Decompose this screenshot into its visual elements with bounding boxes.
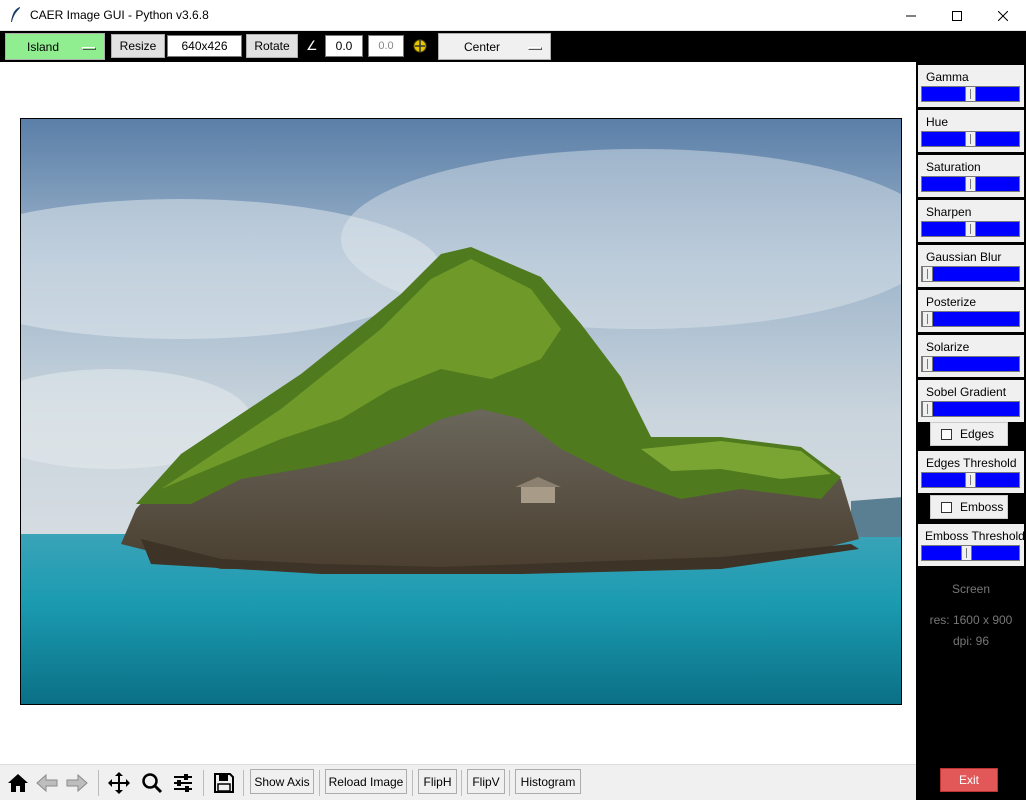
configure-subplots-icon[interactable] xyxy=(169,769,197,797)
angle-entry-disabled: 0.0 xyxy=(368,35,404,57)
plot-canvas[interactable] xyxy=(0,62,916,764)
separator xyxy=(319,770,320,796)
slider-hue: Hue xyxy=(918,110,1024,152)
checkbox-square[interactable] xyxy=(941,428,952,440)
histogram-button[interactable]: Histogram xyxy=(515,769,581,794)
app-window: CAER Image GUI - Python v3.6.8 Island Re… xyxy=(0,0,1026,800)
menu-indicator-icon xyxy=(82,47,96,50)
slider-label: Emboss Threshold xyxy=(925,529,1025,543)
slider-thumb[interactable] xyxy=(922,356,933,372)
resize-button[interactable]: Resize xyxy=(111,34,165,58)
slider-thumb[interactable] xyxy=(965,176,976,192)
forward-arrow-icon[interactable] xyxy=(63,769,91,797)
slider-gamma: Gamma xyxy=(918,65,1024,107)
slider-trough[interactable] xyxy=(921,131,1020,147)
slider-label: Saturation xyxy=(926,160,981,174)
slider-label: Hue xyxy=(926,115,949,129)
angle-entry[interactable]: 0.0 xyxy=(325,35,363,57)
slider-solarize: Solarize xyxy=(918,335,1024,377)
separator xyxy=(243,770,244,796)
screen-title: Screen xyxy=(951,582,991,596)
slider-label: Edges Threshold xyxy=(926,456,1017,470)
slider-trough[interactable] xyxy=(921,545,1020,561)
slider-posterize: Posterize xyxy=(918,290,1024,332)
show-axis-button[interactable]: Show Axis xyxy=(250,769,314,794)
size-entry[interactable]: 640x426 xyxy=(167,35,242,57)
slider-label: Gamma xyxy=(926,70,969,84)
zoom-icon[interactable] xyxy=(138,769,166,797)
screen-dpi: dpi: 96 xyxy=(952,634,990,648)
close-button[interactable] xyxy=(980,0,1026,31)
slider-thumb[interactable] xyxy=(922,401,933,417)
slider-label: Sobel Gradient xyxy=(926,385,1007,399)
minimize-button[interactable] xyxy=(888,0,934,31)
slider-thumb[interactable] xyxy=(922,266,933,282)
screen-resolution: res: 1600 x 900 xyxy=(929,613,1013,627)
slider-thumb[interactable] xyxy=(965,472,976,488)
save-icon[interactable] xyxy=(210,769,238,797)
title-bar: CAER Image GUI - Python v3.6.8 xyxy=(0,0,1026,31)
pan-icon[interactable] xyxy=(105,769,133,797)
slider-label: Solarize xyxy=(926,340,970,354)
slider-thumb[interactable] xyxy=(965,221,976,237)
slider-trough[interactable] xyxy=(921,221,1020,237)
anchor-select-menu[interactable]: Center xyxy=(438,33,551,60)
top-toolbar: Island Resize 640x426 Rotate ∠ 0.0 0.0 C… xyxy=(0,31,1026,62)
slider-edges-threshold: Edges Threshold xyxy=(918,451,1024,493)
slider-sharpen: Sharpen xyxy=(918,200,1024,242)
separator xyxy=(509,770,510,796)
slider-trough[interactable] xyxy=(921,311,1020,327)
slider-gaussian-blur: Gaussian Blur xyxy=(918,245,1024,287)
separator xyxy=(412,770,413,796)
slider-label: Sharpen xyxy=(926,205,972,219)
anchor-icon xyxy=(413,39,427,53)
slider-trough[interactable] xyxy=(921,356,1020,372)
slider-trough[interactable] xyxy=(921,472,1020,488)
edges-label: Edges xyxy=(960,427,995,441)
adjustments-panel: Gamma Hue Saturation Sharpen Gaussian Bl… xyxy=(916,62,1026,800)
navigation-toolbar: Show Axis Reload Image FlipH FlipV Histo… xyxy=(0,764,916,800)
edges-checkbox[interactable]: Edges xyxy=(930,422,1008,446)
separator xyxy=(98,770,99,796)
slider-trough[interactable] xyxy=(921,266,1020,282)
slider-thumb[interactable] xyxy=(965,131,976,147)
checkbox-square[interactable] xyxy=(941,501,952,513)
slider-label: Posterize xyxy=(926,295,977,309)
emboss-checkbox[interactable]: Emboss xyxy=(930,495,1008,519)
slider-trough[interactable] xyxy=(921,86,1020,102)
slider-saturation: Saturation xyxy=(918,155,1024,197)
window-title: CAER Image GUI - Python v3.6.8 xyxy=(30,8,209,22)
maximize-icon xyxy=(952,10,962,21)
exit-button[interactable]: Exit xyxy=(940,768,998,792)
angle-symbol: ∠ xyxy=(306,38,318,53)
island-image xyxy=(20,118,902,705)
maximize-button[interactable] xyxy=(934,0,980,31)
emboss-label: Emboss xyxy=(960,500,1004,514)
feather-icon xyxy=(11,7,20,22)
slider-thumb[interactable] xyxy=(965,86,976,102)
slider-trough[interactable] xyxy=(921,176,1020,192)
home-icon[interactable] xyxy=(4,769,32,797)
flip-v-button[interactable]: FlipV xyxy=(467,769,505,794)
slider-thumb[interactable] xyxy=(922,311,933,327)
reload-image-button[interactable]: Reload Image xyxy=(325,769,407,794)
menu-indicator-icon xyxy=(528,47,542,50)
image-select-label: Island xyxy=(27,40,60,54)
slider-trough[interactable] xyxy=(921,401,1020,417)
image-select-menu[interactable]: Island xyxy=(5,33,105,60)
rotate-button[interactable]: Rotate xyxy=(246,34,298,58)
anchor-select-label: Center xyxy=(464,40,501,54)
slider-emboss-threshold: Emboss Threshold xyxy=(918,524,1025,566)
separator xyxy=(203,770,204,796)
minimize-icon xyxy=(906,15,916,16)
separator xyxy=(461,770,462,796)
close-icon xyxy=(998,10,1008,21)
slider-label: Gaussian Blur xyxy=(926,250,1002,264)
slider-thumb[interactable] xyxy=(961,545,972,561)
slider-sobel-gradient: Sobel Gradient xyxy=(918,380,1024,422)
flip-h-button[interactable]: FlipH xyxy=(418,769,457,794)
back-arrow-icon[interactable] xyxy=(33,769,61,797)
